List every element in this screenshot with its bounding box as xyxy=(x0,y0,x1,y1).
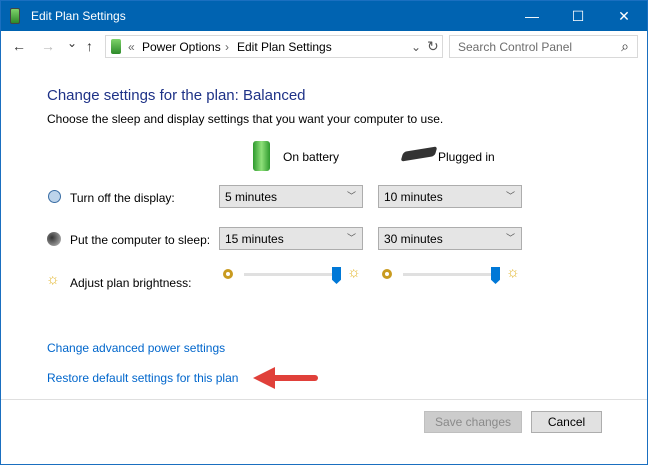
battery-app-icon xyxy=(10,8,20,24)
address-dropdown-button[interactable]: ⌄ xyxy=(411,40,421,54)
slider-thumb[interactable] xyxy=(491,267,500,284)
column-header-plugged-in: Plugged in xyxy=(438,150,495,164)
bright-sun-icon: ☼ xyxy=(506,264,520,281)
chevron-down-icon: ﹀ xyxy=(505,191,515,201)
selected-value: 15 minutes xyxy=(225,232,284,246)
chevron-down-icon: ﹀ xyxy=(346,233,356,243)
bright-sun-icon: ☼ xyxy=(347,264,361,281)
display-icon xyxy=(48,190,61,203)
title-bar: Edit Plan Settings — ☐ ✕ xyxy=(1,1,647,31)
forward-button[interactable]: → xyxy=(41,38,55,54)
search-icon[interactable]: ⌕ xyxy=(621,38,629,55)
chevron-down-icon: ﹀ xyxy=(346,191,356,201)
display-timeout-battery-select[interactable]: 5 minutes ﹀ xyxy=(219,185,363,208)
footer-divider xyxy=(1,399,647,400)
search-input[interactable]: Search Control Panel ⌕ xyxy=(449,35,638,58)
battery-icon xyxy=(253,141,270,171)
selected-value: 30 minutes xyxy=(384,232,443,246)
brightness-label: Adjust plan brightness: xyxy=(70,276,192,290)
restore-defaults-link[interactable]: Restore default settings for this plan xyxy=(47,371,238,385)
up-button[interactable]: ↑ xyxy=(86,38,93,54)
window-title: Edit Plan Settings xyxy=(31,9,126,23)
red-arrow-annotation xyxy=(253,367,318,389)
brightness-battery-slider[interactable]: ☼ xyxy=(219,264,361,291)
slider-thumb[interactable] xyxy=(332,267,341,284)
cancel-button[interactable]: Cancel xyxy=(531,411,602,433)
search-placeholder: Search Control Panel xyxy=(458,40,573,54)
sleep-icon xyxy=(47,232,61,246)
breadcrumb-separator: › xyxy=(225,40,229,54)
power-plug-icon xyxy=(400,146,438,162)
chevron-down-icon: ﹀ xyxy=(505,233,515,243)
slider-track xyxy=(244,273,336,276)
change-advanced-settings-link[interactable]: Change advanced power settings xyxy=(47,341,225,355)
sleep-timeout-label: Put the computer to sleep: xyxy=(70,233,211,247)
back-button[interactable]: ← xyxy=(12,38,26,54)
brightness-plugged-slider[interactable]: ☼ xyxy=(378,264,520,291)
power-options-icon xyxy=(111,39,121,54)
display-timeout-label: Turn off the display: xyxy=(70,191,175,205)
page-title: Change settings for the plan: Balanced xyxy=(47,87,306,104)
breadcrumb-overflow[interactable]: « xyxy=(128,40,135,54)
sleep-timeout-battery-select[interactable]: 15 minutes ﹀ xyxy=(219,227,363,250)
dim-sun-icon xyxy=(382,269,392,279)
sleep-timeout-plugged-select[interactable]: 30 minutes ﹀ xyxy=(378,227,522,250)
minimize-button[interactable]: — xyxy=(509,1,555,31)
edit-plan-settings-window: Edit Plan Settings — ☐ ✕ ← → ⌄ ↑ « Power… xyxy=(0,0,648,465)
selected-value: 5 minutes xyxy=(225,190,278,204)
slider-track xyxy=(403,273,495,276)
maximize-button[interactable]: ☐ xyxy=(555,1,601,31)
breadcrumb-edit-plan-settings[interactable]: Edit Plan Settings xyxy=(237,40,332,54)
column-header-on-battery: On battery xyxy=(283,150,340,164)
recent-locations-button[interactable]: ⌄ xyxy=(67,36,77,50)
selected-value: 10 minutes xyxy=(384,190,443,204)
display-timeout-plugged-select[interactable]: 10 minutes ﹀ xyxy=(378,185,522,208)
save-changes-button[interactable]: Save changes xyxy=(424,411,522,433)
page-description: Choose the sleep and display settings th… xyxy=(47,112,444,126)
refresh-button[interactable]: ↻ xyxy=(427,38,439,55)
dim-sun-icon xyxy=(223,269,233,279)
breadcrumb-power-options[interactable]: Power Options xyxy=(142,40,221,54)
brightness-icon: ☼ xyxy=(46,271,60,288)
close-button[interactable]: ✕ xyxy=(601,1,647,31)
address-bar[interactable]: « Power Options › Edit Plan Settings ⌄ ↻ xyxy=(105,35,443,58)
